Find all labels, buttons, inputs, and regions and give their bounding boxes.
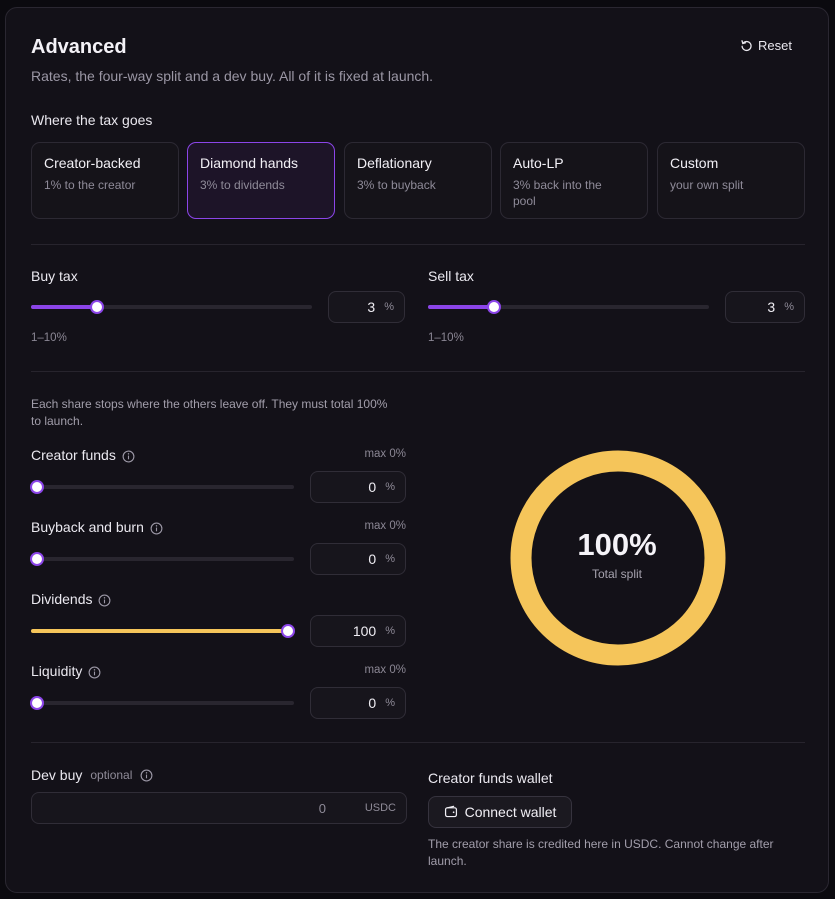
wallet-note: The creator share is credited here in US… — [428, 837, 774, 868]
buyback-value: 0 — [368, 551, 377, 567]
preset-auto-lp[interactable]: Auto-LP 3% back into the pool — [500, 142, 648, 219]
liquidity-text: Liquidity — [31, 663, 83, 679]
creator-funds-max: max 0% — [364, 448, 406, 460]
wallet-icon — [444, 805, 457, 818]
divider — [31, 371, 805, 372]
advanced-panel: Advanced Rates, the four-way split and a… — [5, 7, 829, 893]
buyback-unit: % — [385, 553, 395, 565]
total-split-value: 100% — [577, 527, 657, 562]
buy-tax-slider[interactable] — [31, 300, 312, 314]
creator-funds-slider[interactable] — [30, 480, 294, 494]
info-icon[interactable] — [98, 594, 111, 607]
divider — [31, 742, 805, 743]
preset-desc: your own split — [670, 178, 744, 192]
liquidity-value: 0 — [368, 695, 377, 711]
dividends-input[interactable]: 100 % — [310, 615, 406, 647]
sell-tax-thumb[interactable] — [487, 300, 501, 314]
buy-tax-unit: % — [384, 301, 394, 313]
dividends-unit: % — [385, 625, 395, 637]
buy-tax-input[interactable]: 3 % — [328, 291, 405, 323]
creator-funds-unit: % — [385, 481, 395, 493]
dividends-thumb[interactable] — [281, 624, 295, 638]
preset-title: Creator-backed — [44, 155, 141, 171]
preset-creator-backed[interactable]: Creator-backed 1% to the creator — [31, 142, 179, 219]
liquidity-unit: % — [385, 697, 395, 709]
liquidity-slider[interactable] — [30, 696, 294, 710]
buyback-thumb[interactable] — [30, 552, 44, 566]
liquidity-input[interactable]: 0 % — [310, 687, 406, 719]
dev-buy-input[interactable]: 0 USDC — [31, 792, 407, 824]
preset-desc: 3% to buyback — [357, 178, 436, 192]
sell-tax-range: 1–10% — [428, 332, 464, 344]
preset-deflationary[interactable]: Deflationary 3% to buyback — [344, 142, 492, 219]
dividends-text: Dividends — [31, 591, 93, 607]
sell-tax-unit: % — [784, 301, 794, 313]
panel-subtitle: Rates, the four-way split and a dev buy.… — [31, 68, 434, 84]
reset-label: Reset — [758, 38, 792, 53]
dividends-slider[interactable] — [31, 624, 295, 638]
buy-tax-range: 1–10% — [31, 332, 67, 344]
liquidity-max: max 0% — [364, 664, 406, 676]
connect-wallet-label: Connect wallet — [464, 804, 557, 820]
preset-desc: 1% to the creator — [44, 178, 136, 192]
reset-icon — [741, 40, 752, 52]
preset-diamond-hands[interactable]: Diamond hands 3% to dividends — [187, 142, 335, 219]
info-icon[interactable] — [88, 666, 101, 679]
creator-funds-text: Creator funds — [31, 447, 116, 463]
creator-funds-input[interactable]: 0 % — [310, 471, 406, 503]
buy-tax-label: Buy tax — [31, 268, 78, 284]
wallet-label: Creator funds wallet — [428, 770, 553, 786]
dev-buy-optional: optional — [90, 768, 133, 782]
preset-title: Auto-LP — [513, 155, 564, 171]
sell-tax-label: Sell tax — [428, 268, 474, 284]
preset-desc: 3% back into the pool — [513, 178, 602, 208]
buy-tax-value: 3 — [367, 299, 376, 315]
preset-desc: 3% to dividends — [200, 178, 285, 192]
sell-tax-slider[interactable] — [428, 300, 709, 314]
split-note: Each share stops where the others leave … — [31, 397, 388, 428]
panel-title: Advanced — [31, 36, 127, 58]
buy-tax-fill — [31, 305, 97, 309]
sell-tax-value: 3 — [767, 299, 776, 315]
dev-buy-unit: USDC — [364, 802, 396, 814]
info-icon[interactable] — [122, 450, 135, 463]
creator-funds-label: Creator funds — [31, 447, 135, 463]
info-icon[interactable] — [140, 769, 153, 782]
sell-tax-input[interactable]: 3 % — [725, 291, 805, 323]
info-icon[interactable] — [150, 522, 163, 535]
dividends-fill — [31, 629, 288, 633]
buyback-slider[interactable] — [30, 552, 294, 566]
buyback-text: Buyback and burn — [31, 519, 144, 535]
dev-buy-value: 0 — [318, 801, 326, 816]
tax-destination-label: Where the tax goes — [31, 112, 153, 128]
dev-buy-header: Dev buy optional — [31, 767, 153, 783]
divider — [31, 244, 805, 245]
buyback-max: max 0% — [364, 520, 406, 532]
dividends-value: 100 — [352, 623, 377, 639]
donut-center: 100% Total split — [505, 527, 729, 581]
preset-title: Deflationary — [357, 155, 432, 171]
buy-tax-thumb[interactable] — [90, 300, 104, 314]
creator-funds-value: 0 — [368, 479, 377, 495]
dev-buy-label: Dev buy — [31, 767, 83, 783]
liquidity-label: Liquidity — [31, 663, 101, 679]
connect-wallet-button[interactable]: Connect wallet — [428, 796, 572, 828]
liquidity-thumb[interactable] — [30, 696, 44, 710]
buyback-label: Buyback and burn — [31, 519, 163, 535]
preset-custom[interactable]: Custom your own split — [657, 142, 805, 219]
preset-title: Diamond hands — [200, 155, 299, 171]
preset-title: Custom — [670, 155, 719, 171]
sell-tax-fill — [428, 305, 494, 309]
dividends-label: Dividends — [31, 591, 111, 607]
total-split-label: Total split — [591, 567, 643, 581]
buyback-input[interactable]: 0 % — [310, 543, 406, 575]
reset-button[interactable]: Reset — [740, 38, 792, 53]
creator-funds-thumb[interactable] — [30, 480, 44, 494]
